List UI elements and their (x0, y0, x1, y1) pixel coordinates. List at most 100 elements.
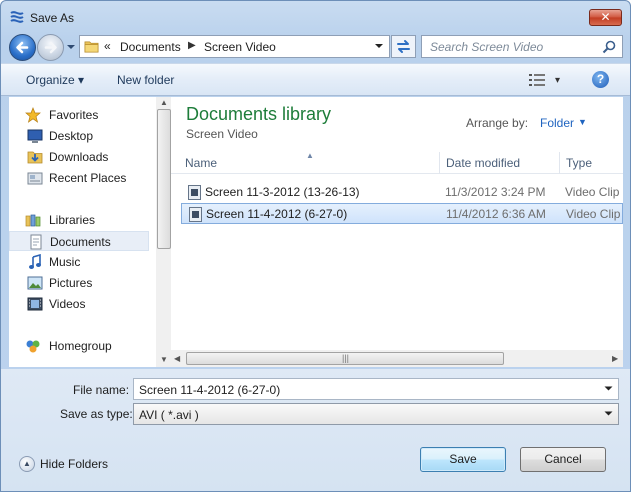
library-title: Documents library (186, 104, 332, 124)
folder-icon (84, 41, 99, 53)
refresh-icon (397, 40, 410, 53)
music-icon (29, 254, 41, 269)
sidebar-item-label: Desktop (49, 129, 94, 143)
breadcrumb-documents[interactable]: Documents (120, 40, 181, 54)
sidebar-item-videos[interactable]: Videos (9, 294, 149, 314)
save-type-label: Save as type: (60, 407, 133, 421)
search-placeholder[interactable]: Search Screen Video (430, 40, 543, 54)
library-subtitle: Screen Video (186, 127, 258, 141)
sidebar-item-label: Downloads (49, 150, 109, 164)
desktop-icon (27, 129, 43, 143)
file-name: Screen 11-4-2012 (6-27-0) (206, 207, 348, 221)
sidebar-item-label: Favorites (49, 108, 99, 122)
pictures-icon (27, 276, 43, 290)
libraries-icon (25, 214, 41, 227)
recent-pages-dropdown-icon[interactable] (66, 42, 76, 52)
sidebar-item-label: Recent Places (49, 171, 127, 185)
arrow-right-icon (44, 41, 57, 54)
chevron-up-icon: ▲ (19, 456, 35, 472)
organize-menu-button[interactable]: Organize ▾ (26, 73, 84, 87)
sidebar-item-homegroup[interactable]: Homegroup (9, 336, 149, 356)
close-button[interactable]: ✕ (589, 9, 622, 26)
arrange-by-label: Arrange by: (466, 116, 529, 130)
sidebar-item-music[interactable]: Music (9, 252, 149, 272)
horizontal-scrollbar[interactable]: ◀ ||| ▶ (171, 350, 623, 367)
save-button[interactable]: Save (420, 447, 506, 472)
sidebar-item-label: Documents (50, 235, 111, 249)
recent-places-icon (27, 172, 43, 185)
sidebar-item-downloads[interactable]: Downloads (9, 147, 149, 167)
video-file-icon (188, 185, 201, 200)
views-dropdown-icon[interactable]: ▾ (555, 75, 560, 86)
file-date: 11/3/2012 3:24 PM (445, 185, 546, 199)
save-form: File name: Screen 11-4-2012 (6-27-0) Sav… (1, 369, 630, 491)
file-name-label: File name: (73, 383, 130, 397)
star-icon (25, 107, 41, 123)
column-divider[interactable] (439, 152, 440, 174)
scroll-up-icon[interactable]: ▲ (160, 98, 168, 107)
sidebar-item-favorites[interactable]: Favorites (9, 105, 149, 125)
column-name[interactable]: Name (185, 156, 217, 170)
column-type[interactable]: Type (566, 156, 592, 170)
downloads-icon (27, 151, 43, 164)
scroll-down-icon[interactable]: ▼ (160, 355, 168, 364)
sidebar-item-label: Libraries (49, 213, 96, 227)
sidebar-item-label: Videos (49, 297, 86, 311)
homegroup-icon (26, 340, 40, 353)
column-date-modified[interactable]: Date modified (446, 156, 520, 170)
file-name-value[interactable]: Screen 11-4-2012 (6-27-0) (139, 383, 280, 397)
app-logo-icon (10, 11, 24, 23)
back-button[interactable] (9, 34, 36, 61)
documents-icon (30, 234, 42, 250)
sidebar-item-documents[interactable]: Documents (9, 231, 149, 251)
file-name: Screen 11-3-2012 (13-26-13) (205, 185, 360, 199)
scroll-right-icon[interactable]: ▶ (612, 354, 618, 363)
new-folder-button[interactable]: New folder (117, 73, 174, 87)
address-overflow-chevron[interactable]: « (104, 39, 111, 53)
scroll-left-icon[interactable]: ◀ (174, 354, 180, 363)
sidebar-item-recent-places[interactable]: Recent Places (9, 168, 149, 188)
search-box[interactable]: Search Screen Video (421, 35, 623, 58)
column-header-row: ▲ Name Date modified Type (171, 150, 623, 174)
sidebar-item-desktop[interactable]: Desktop (9, 126, 149, 146)
chevron-down-icon[interactable] (604, 384, 613, 393)
save-type-value[interactable]: AVI ( *.avi ) (139, 408, 199, 422)
cancel-button[interactable]: Cancel (520, 447, 606, 472)
title-bar: Save As ✕ (1, 1, 630, 31)
save-as-dialog: Save As ✕ « Documents ▶ Screen Video Sea… (0, 0, 631, 492)
video-file-icon (189, 207, 202, 222)
navigation-bar: « Documents ▶ Screen Video Search Screen… (1, 31, 630, 63)
sidebar-item-pictures[interactable]: Pictures (9, 273, 149, 293)
sidebar-item-label: Music (49, 255, 81, 269)
sidebar-item-label: Pictures (49, 276, 93, 290)
arrange-by-dropdown[interactable]: Folder (540, 116, 574, 130)
refresh-button[interactable] (391, 35, 416, 58)
views-icon[interactable] (529, 74, 545, 86)
address-bar[interactable]: « Documents ▶ Screen Video (79, 35, 390, 58)
column-divider[interactable] (559, 152, 560, 174)
search-icon[interactable] (602, 40, 616, 54)
videos-icon (27, 297, 43, 311)
hide-folders-button[interactable]: ▲ Hide Folders (19, 455, 129, 473)
hide-folders-label: Hide Folders (40, 457, 109, 471)
chevron-down-icon[interactable]: ▼ (578, 117, 587, 127)
sidebar-item-libraries[interactable]: Libraries (9, 210, 149, 230)
grip-icon: ||| (342, 353, 350, 363)
sort-ascending-icon: ▲ (306, 151, 314, 160)
chevron-down-icon[interactable] (374, 41, 384, 51)
forward-button[interactable] (37, 34, 64, 61)
file-row[interactable]: Screen 11-3-2012 (13-26-13) 11/3/2012 3:… (181, 182, 623, 203)
file-name-field[interactable]: Screen 11-4-2012 (6-27-0) (133, 378, 619, 400)
scrollbar-thumb[interactable]: ||| (186, 352, 504, 365)
window-title: Save As (30, 11, 75, 25)
help-icon[interactable]: ? (592, 71, 609, 88)
navigation-pane: Favorites Desktop Downloads Recent Place… (9, 97, 173, 367)
file-row-selected[interactable]: Screen 11-4-2012 (6-27-0) 11/4/2012 6:36… (181, 203, 623, 224)
scrollbar-thumb[interactable] (157, 109, 171, 249)
file-type: Video Clip (565, 185, 620, 199)
breadcrumb-screen-video[interactable]: Screen Video (204, 40, 276, 54)
breadcrumb-separator[interactable]: ▶ (188, 40, 196, 51)
command-bar: Organize ▾ New folder ▾ ? (1, 63, 630, 96)
save-type-select[interactable]: AVI ( *.avi ) (133, 403, 619, 425)
chevron-down-icon[interactable] (604, 409, 613, 418)
